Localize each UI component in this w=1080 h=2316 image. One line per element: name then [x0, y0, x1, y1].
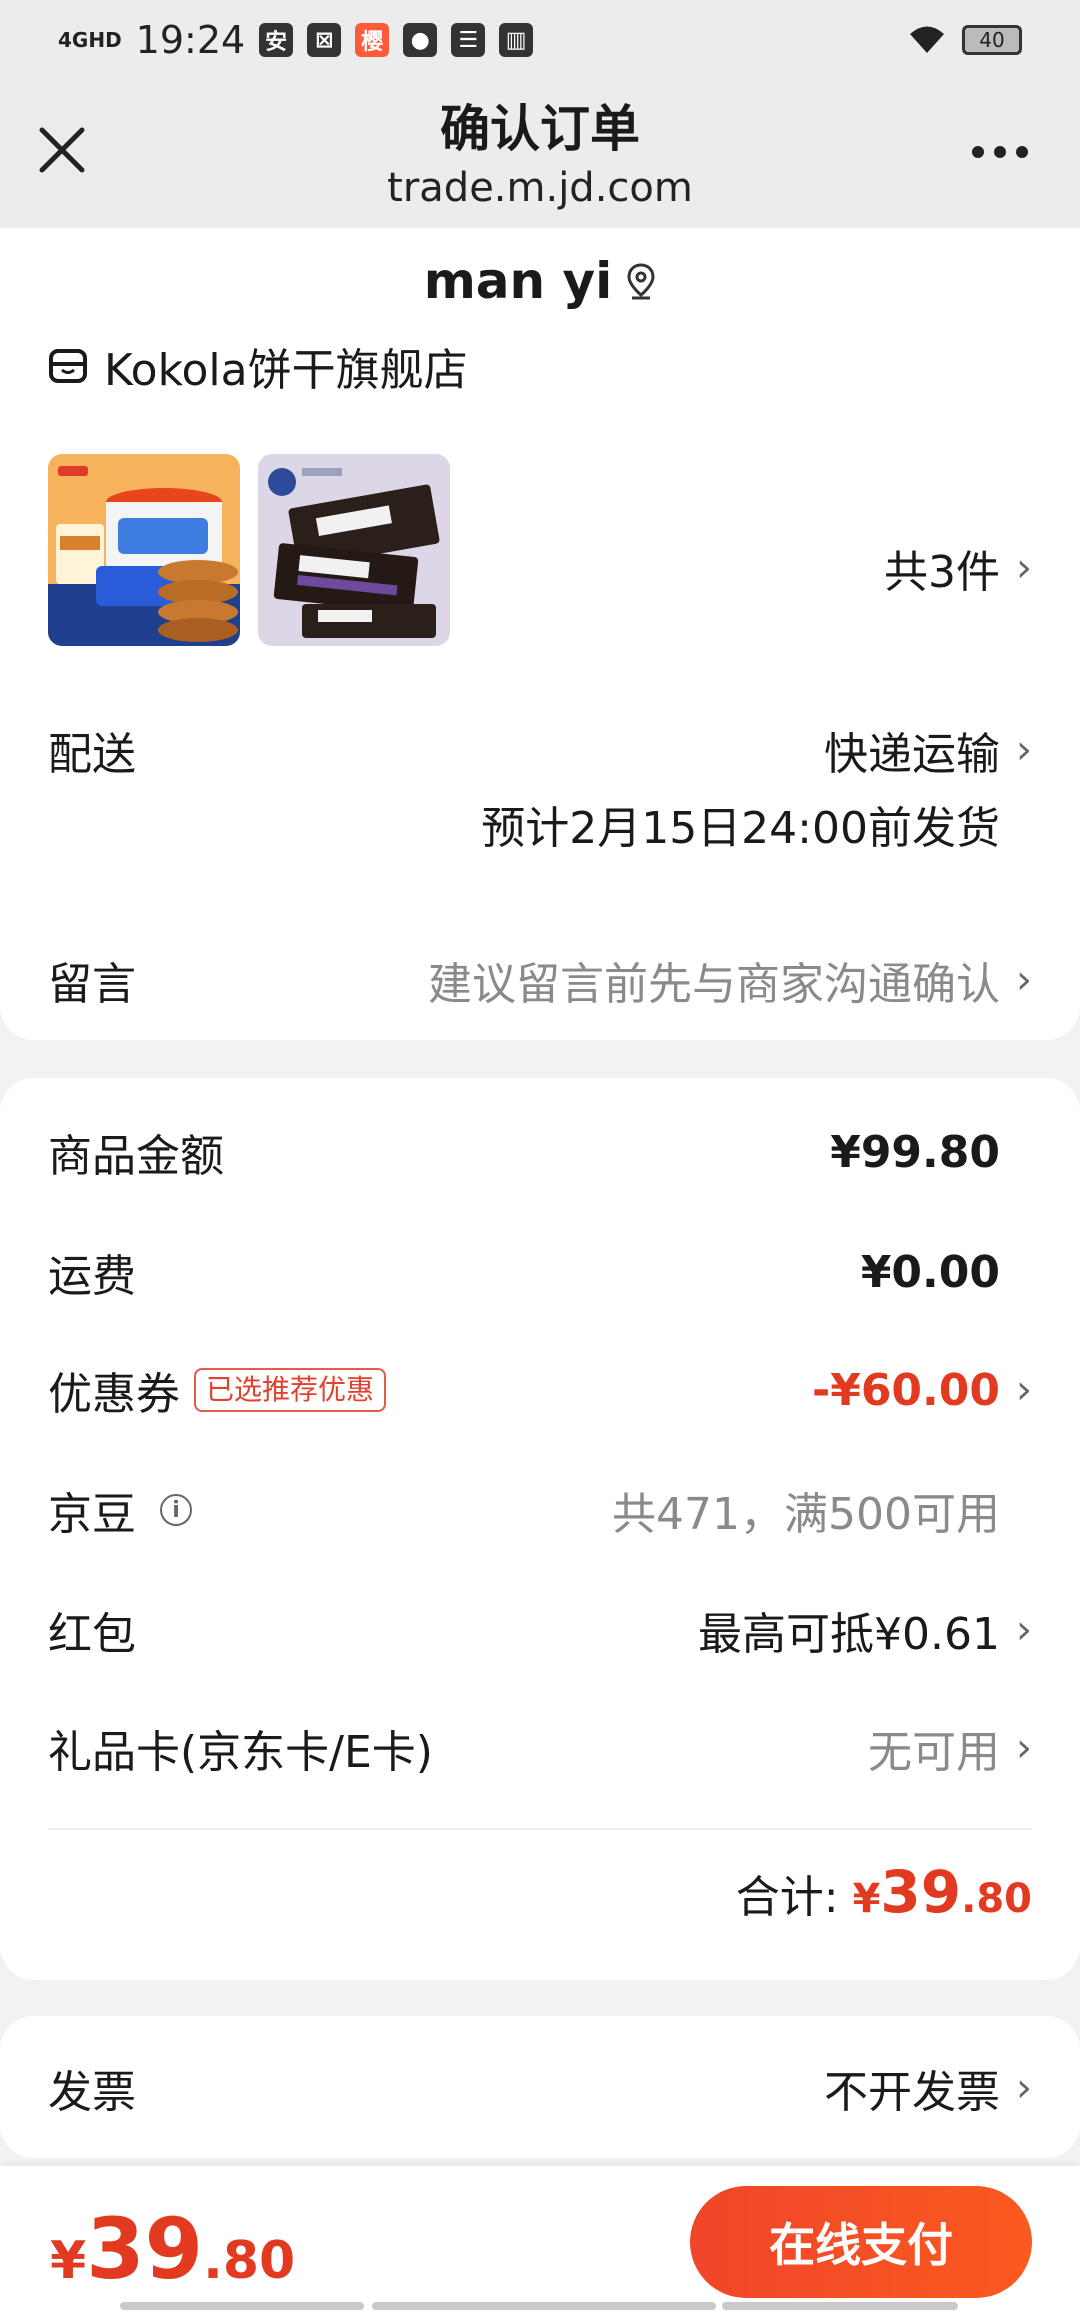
store-header[interactable]: Kokola饼干旗舰店	[48, 334, 468, 398]
chevron-right-icon: ›	[1016, 727, 1032, 773]
gift-card-row[interactable]: 礼品卡(京东卡/E卡) 无可用 ›	[48, 1716, 1032, 1780]
coupon-value: -¥60.00	[811, 1364, 1000, 1416]
gift-card-value: 无可用	[868, 1727, 1000, 1778]
product-image-cookies[interactable]	[48, 454, 240, 646]
product-image-choco[interactable]	[258, 454, 450, 646]
bottom-total-price: ¥ 39 .80	[50, 2200, 295, 2298]
total-currency: ¥	[852, 1876, 881, 1922]
location-pin-icon	[627, 263, 655, 300]
total-row: 合计: ¥ 39 .80	[736, 1858, 1032, 1926]
invoice-row[interactable]: 发票 不开发票 ›	[48, 2056, 1032, 2120]
red-packet-value: 最高可抵¥0.61	[698, 1609, 1000, 1660]
nav-indicator	[120, 2302, 364, 2310]
wifi-icon	[910, 26, 944, 53]
bottom-pay-bar: ¥ 39 .80 在线支付	[0, 2166, 1080, 2316]
more-dot-icon	[972, 146, 984, 158]
store-icon	[49, 349, 87, 383]
item-count-row[interactable]: 共3件 ›	[860, 536, 1032, 600]
item-count: 共3件	[884, 547, 1000, 598]
total-decimal: .80	[961, 1876, 1032, 1922]
app-notification-icon: 樱	[355, 23, 390, 57]
goods-amount-row: 商品金额 ¥99.80	[48, 1120, 1032, 1184]
status-bar: 4GHD 19:24 安 ⊠ 樱 ● ☰ ▥ 40	[0, 0, 1080, 80]
delivery-row[interactable]: 配送 快递运输 ›	[48, 718, 1032, 782]
delivery-label: 配送	[48, 729, 136, 780]
bottom-decimal: .80	[203, 2231, 296, 2291]
app-notification-icon: ☰	[451, 23, 486, 57]
bottom-currency: ¥	[50, 2231, 87, 2291]
chevron-right-icon: ›	[1016, 1725, 1032, 1771]
goods-amount-label: 商品金额	[48, 1131, 224, 1182]
chevron-right-icon: ›	[1016, 545, 1032, 591]
jd-beans-row: 京豆 i 共471，满500可用	[48, 1478, 1032, 1542]
more-button[interactable]	[972, 146, 1028, 158]
shipping-value: ¥0.00	[860, 1246, 1000, 1298]
network-indicator: 4GHD	[58, 28, 122, 52]
title-center: 确认订单 trade.m.jd.com	[0, 98, 1080, 216]
chevron-right-icon: ›	[1016, 1367, 1032, 1413]
nav-indicator	[372, 2302, 716, 2310]
more-dot-icon	[994, 146, 1006, 158]
nav-indicator	[722, 2302, 958, 2310]
invoice-label: 发票	[48, 2067, 136, 2118]
jd-beans-label: 京豆	[48, 1489, 136, 1540]
delivery-estimate-row: 预计2月15日24:00前发货	[48, 792, 1032, 856]
shipping-row: 运费 ¥0.00	[48, 1240, 1032, 1304]
cookie-tin-image	[48, 454, 240, 646]
shipping-label: 运费	[48, 1251, 136, 1302]
product-thumbnails[interactable]	[48, 454, 450, 646]
coupon-badge: 已选推荐优惠	[194, 1368, 387, 1412]
coupon-row[interactable]: 优惠券 已选推荐优惠 -¥60.00 ›	[48, 1358, 1032, 1422]
info-icon[interactable]: i	[160, 1494, 192, 1526]
jd-beans-value: 共471，满500可用	[612, 1489, 1000, 1540]
store-card: Kokola饼干旗舰店 共3件 › 配送 快递运输 › 预计2月15日24:00…	[0, 320, 1080, 1040]
title-bar: 确认订单 trade.m.jd.com	[0, 80, 1080, 228]
delivery-method: 快递运输	[824, 729, 1000, 780]
delivery-estimate: 预计2月15日24:00前发货	[481, 803, 1000, 854]
pay-online-button[interactable]: 在线支付	[690, 2186, 1032, 2298]
invoice-card[interactable]: 发票 不开发票 ›	[0, 2016, 1080, 2158]
chat-notification-icon: ●	[403, 23, 438, 57]
address-bar[interactable]: man yi	[0, 228, 1080, 334]
red-packet-label: 红包	[48, 1609, 136, 1660]
goods-amount-value: ¥99.80	[830, 1126, 1000, 1178]
total-integer: 39	[880, 1858, 962, 1926]
chevron-right-icon: ›	[1016, 2065, 1032, 2111]
choco-wafer-image	[258, 454, 450, 646]
book-notification-icon: ▥	[499, 23, 534, 57]
more-dot-icon	[1016, 146, 1028, 158]
status-left: 4GHD 19:24 安 ⊠ 樱 ● ☰ ▥	[58, 18, 534, 62]
app-notification-icon: ⊠	[307, 23, 342, 57]
app-notification-icon: 安	[259, 23, 294, 57]
chevron-right-icon: ›	[1016, 957, 1032, 1003]
note-input[interactable]: 建议留言前先与商家沟通确认	[428, 948, 1000, 1012]
total-label: 合计:	[735, 1872, 839, 1923]
page-url: trade.m.jd.com	[387, 165, 693, 211]
page-title: 确认订单	[440, 100, 640, 158]
price-summary-card: 商品金额 ¥99.80 运费 ¥0.00 优惠券 已选推荐优惠 -¥60.00 …	[0, 1078, 1080, 1980]
status-right: 40	[908, 25, 1022, 55]
red-packet-row[interactable]: 红包 最高可抵¥0.61 ›	[48, 1598, 1032, 1662]
store-name: Kokola饼干旗舰店	[104, 345, 468, 396]
divider	[48, 1828, 1032, 1830]
coupon-label: 优惠券	[48, 1369, 180, 1420]
status-time: 19:24	[135, 18, 246, 62]
note-row[interactable]: 留言 建议留言前先与商家沟通确认 ›	[48, 948, 1032, 1012]
battery-icon: 40	[962, 25, 1022, 55]
invoice-value: 不开发票	[824, 2067, 1000, 2118]
chevron-right-icon: ›	[1016, 1607, 1032, 1653]
gift-card-label: 礼品卡(京东卡/E卡)	[48, 1727, 433, 1778]
note-label: 留言	[48, 959, 136, 1010]
receiver-name: man yi	[423, 252, 613, 310]
bottom-integer: 39	[86, 2200, 204, 2298]
